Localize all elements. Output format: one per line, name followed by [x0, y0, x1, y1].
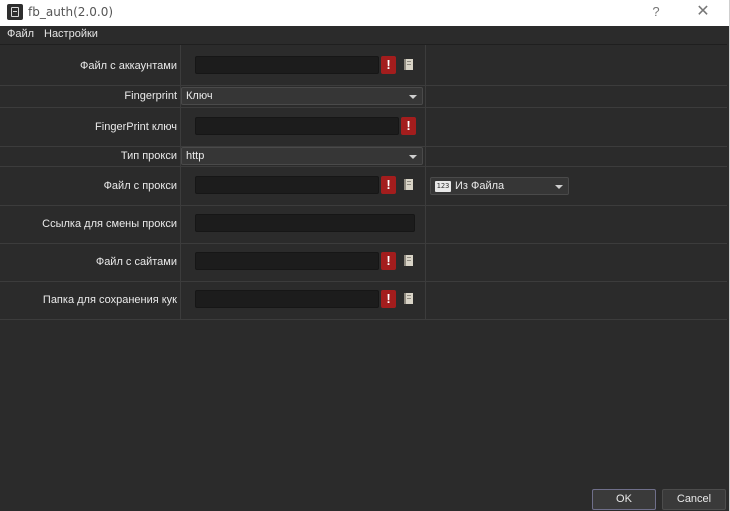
row-sites-file: Файл с сайтами ! — [0, 244, 727, 282]
help-button[interactable]: ? — [644, 2, 668, 22]
cookies-folder-input[interactable] — [195, 290, 379, 308]
warning-icon: ! — [401, 117, 416, 135]
proxy-file-input[interactable] — [195, 176, 379, 194]
menu-bar: Файл Настройки — [0, 26, 727, 45]
cookies-folder-label: Папка для сохранения кук — [42, 294, 177, 306]
fingerprint-selected: Ключ — [186, 90, 213, 102]
accounts-file-label: Файл с аккаунтами — [80, 60, 177, 72]
dialog-window: fb_auth(2.0.0) ? ✕ Файл Настройки Файл с… — [0, 0, 730, 511]
sites-file-input[interactable] — [195, 252, 379, 270]
fingerprint-select[interactable]: Ключ — [181, 87, 423, 105]
warning-icon: ! — [381, 252, 396, 270]
accounts-file-input[interactable] — [195, 56, 379, 74]
row-accounts-file: Файл с аккаунтами ! — [0, 45, 727, 86]
numbers-icon: 123 — [435, 180, 451, 192]
row-proxy-type: Тип прокси http — [0, 147, 727, 167]
row-fingerprint: Fingerprint Ключ — [0, 86, 727, 108]
ok-button[interactable]: OK — [592, 489, 656, 510]
proxy-change-link-input[interactable] — [195, 214, 415, 232]
chevron-down-icon — [555, 185, 563, 189]
proxy-file-label: Файл с прокси — [103, 180, 177, 192]
proxy-type-selected: http — [186, 150, 205, 162]
proxy-type-select[interactable]: http — [181, 147, 423, 165]
row-fingerprint-key: FingerPrint ключ ! — [0, 108, 727, 147]
chevron-down-icon — [409, 95, 417, 99]
fingerprint-key-label: FingerPrint ключ — [95, 121, 177, 133]
warning-icon: ! — [381, 290, 396, 308]
warning-icon: ! — [381, 176, 396, 194]
window-title: fb_auth(2.0.0) — [28, 5, 114, 19]
menu-settings[interactable]: Настройки — [44, 28, 98, 40]
chevron-down-icon — [409, 155, 417, 159]
browse-file-icon[interactable] — [402, 58, 415, 72]
row-proxy-change-link: Ссылка для смены прокси — [0, 206, 727, 244]
proxy-change-link-label: Ссылка для смены прокси — [42, 218, 177, 230]
browse-folder-icon[interactable] — [402, 292, 415, 306]
browse-file-icon[interactable] — [402, 254, 415, 268]
fingerprint-label: Fingerprint — [124, 90, 177, 102]
proxy-type-label: Тип прокси — [120, 150, 177, 162]
proxy-source-select[interactable]: 123 Из Файла — [430, 177, 569, 195]
sites-file-label: Файл с сайтами — [95, 256, 177, 268]
row-proxy-file: Файл с прокси ! 123 Из Файла — [0, 167, 727, 206]
close-button[interactable]: ✕ — [690, 2, 716, 22]
row-cookies-folder: Папка для сохранения кук ! — [0, 282, 727, 320]
app-icon — [7, 4, 23, 20]
proxy-source-selected: Из Файла — [455, 180, 505, 192]
menu-file[interactable]: Файл — [7, 28, 34, 40]
warning-icon: ! — [381, 56, 396, 74]
browse-file-icon[interactable] — [402, 178, 415, 192]
fingerprint-key-input[interactable] — [195, 117, 399, 135]
title-bar: fb_auth(2.0.0) ? ✕ — [0, 0, 729, 26]
cancel-button[interactable]: Cancel — [662, 489, 726, 510]
